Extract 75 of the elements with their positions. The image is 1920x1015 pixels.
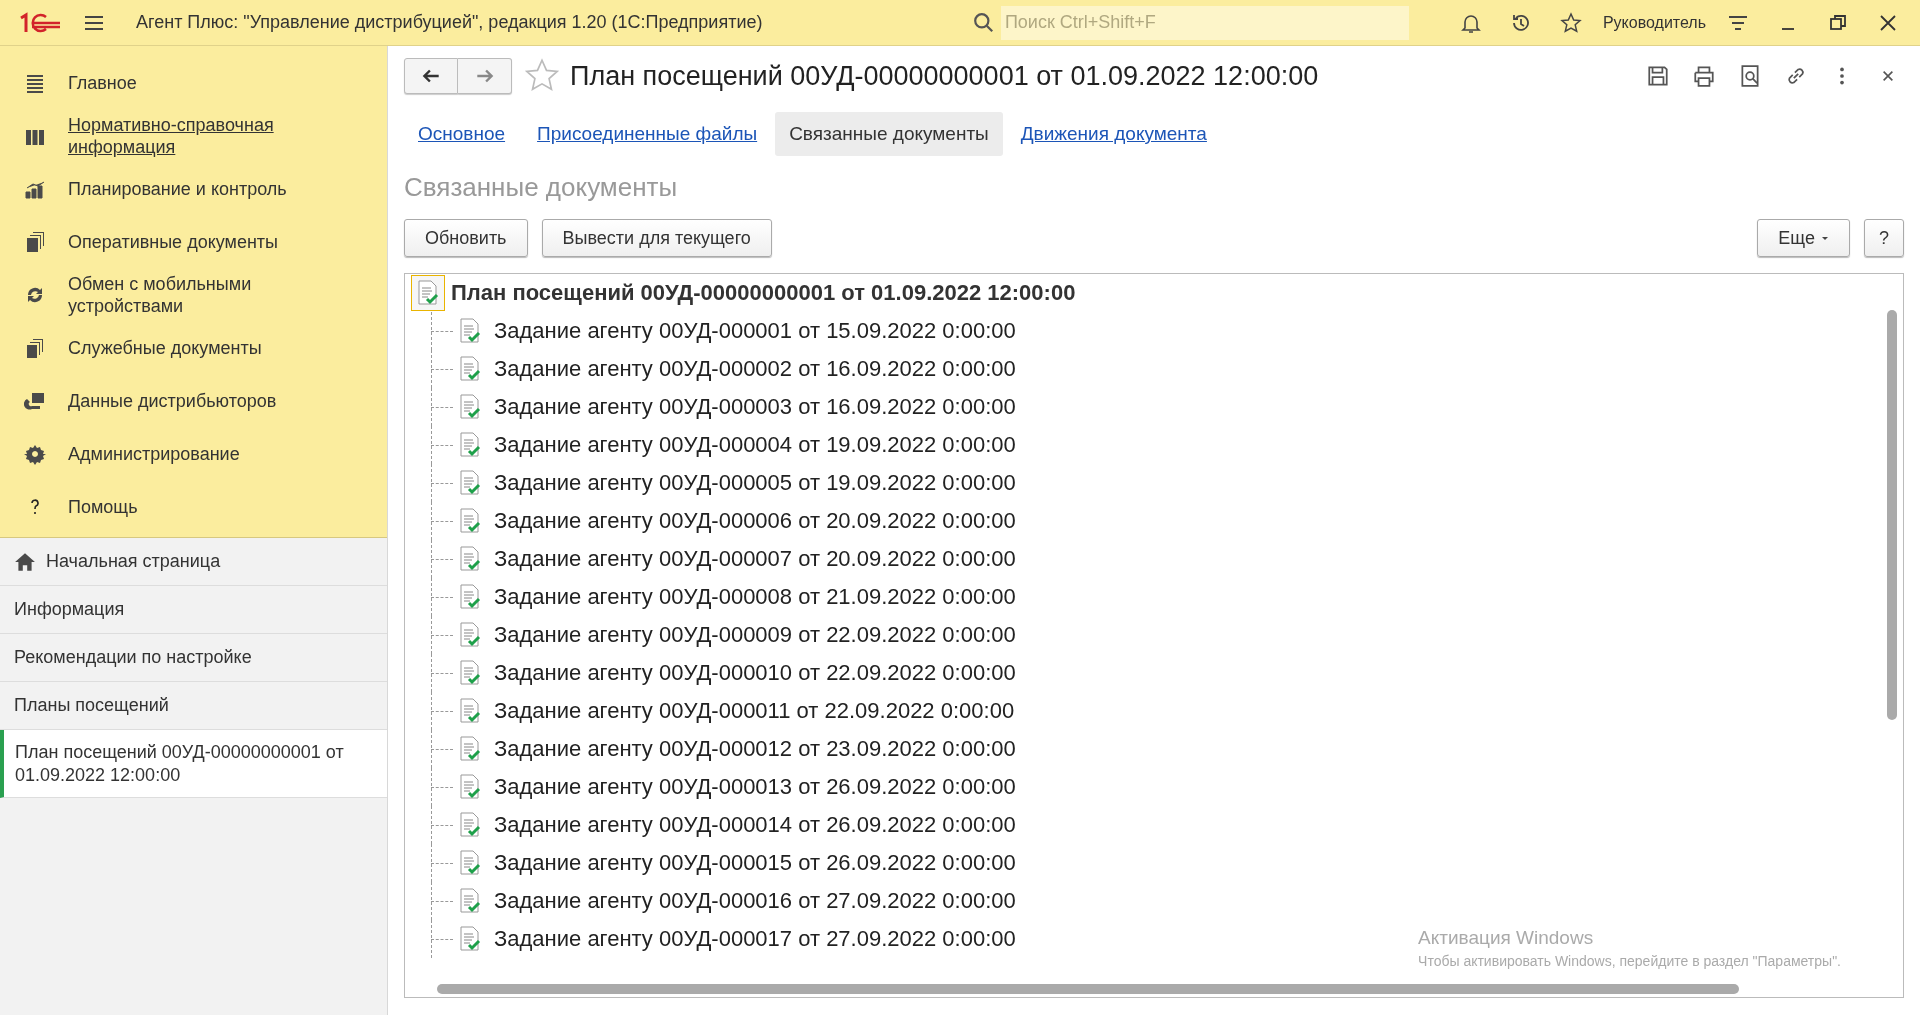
open-window-item[interactable]: Информация	[0, 586, 387, 634]
documents-icon[interactable]	[24, 230, 46, 253]
document-icon	[458, 812, 482, 838]
section-link[interactable]: Оперативные документы	[68, 230, 279, 253]
open-window-item[interactable]: Рекомендации по настройке	[0, 634, 387, 682]
tab[interactable]: Присоединенные файлы	[523, 112, 772, 156]
tree-item[interactable]: Задание агенту 00УД-000014 от 26.09.2022 0:00:00	[494, 812, 1016, 838]
tab[interactable]: Основное	[404, 112, 520, 156]
tree-item[interactable]: Задание агенту 00УД-000011 от 22.09.2022 0:00:00	[494, 698, 1015, 724]
star-icon[interactable]	[1559, 11, 1582, 34]
window-title: Агент Плюс: "Управление дистрибуцией", редакция 1.20 (1С:Предприятие)	[136, 12, 763, 33]
command-button[interactable]: Обновить	[404, 219, 528, 257]
search-icon[interactable]	[972, 11, 995, 34]
tree-item[interactable]: Задание агенту 00УД-000009 от 22.09.2022 0:00:00	[494, 622, 1016, 648]
tree-item[interactable]: Задание агенту 00УД-000001 от 15.09.2022 0:00:00	[494, 318, 1016, 344]
section-title: Связанные документы	[404, 172, 679, 203]
section-link[interactable]: Планирование и контроль	[68, 177, 287, 200]
documents-icon[interactable]	[24, 336, 46, 359]
tab[interactable]: Связанные документы	[775, 112, 1003, 156]
help-button[interactable]: ?	[1864, 219, 1904, 257]
tree-item[interactable]: Задание агенту 00УД-000008 от 21.09.2022 0:00:00	[494, 584, 1016, 610]
tree-item[interactable]: План посещений 00УД-00000000001 от 01.09.2022 12:00:00	[451, 280, 1076, 306]
tree-item[interactable]: Задание агенту 00УД-000004 от 19.09.2022 0:00:00	[494, 432, 1016, 458]
tree-item[interactable]: Задание агенту 00УД-000015 от 26.09.2022 0:00:00	[494, 850, 1016, 876]
tree-item[interactable]: Задание агенту 00УД-000017 от 27.09.2022 0:00:00	[494, 926, 1016, 952]
section-link[interactable]: Администрирование	[68, 442, 240, 465]
save-icon[interactable]	[1646, 64, 1670, 88]
tree-item[interactable]: Задание агенту 00УД-000005 от 19.09.2022 0:00:00	[494, 470, 1016, 496]
tree-item[interactable]: Задание агенту 00УД-000016 от 27.09.2022 0:00:00	[494, 888, 1016, 914]
document-icon	[458, 774, 482, 800]
preview-icon[interactable]	[1738, 64, 1762, 88]
tree-item[interactable]: Задание агенту 00УД-000007 от 20.09.2022 0:00:00	[494, 546, 1016, 572]
command-button[interactable]: Вывести для текущего	[541, 219, 772, 257]
document-icon	[458, 470, 482, 496]
document-icon	[458, 622, 482, 648]
open-window-item[interactable]: Начальная страница	[0, 538, 387, 586]
section-link[interactable]: Служебные документы	[68, 336, 262, 359]
open-window-item[interactable]: План посещений 00УД-00000000001 от 01.09.2022 12:00:00	[0, 730, 387, 798]
document-icon	[458, 508, 482, 534]
section-link[interactable]: Данные дистрибьюторов	[68, 389, 277, 412]
print-icon[interactable]	[1692, 64, 1716, 88]
activation-text: Чтобы активировать Windows, перейдите в раздел "Параметры".	[1418, 953, 1841, 969]
document-icon	[458, 432, 482, 458]
document-icon	[458, 850, 482, 876]
section-link[interactable]: Нормативно-справочная информация	[68, 113, 367, 158]
document-icon	[458, 736, 482, 762]
document-icon	[458, 698, 482, 724]
document-title: План посещений 00УД-00000000001 от 01.09.2022 12:00:00	[570, 60, 1319, 92]
star-icon[interactable]	[524, 58, 560, 94]
document-icon	[458, 888, 482, 914]
tree-item[interactable]: Задание агенту 00УД-000013 от 26.09.2022 0:00:00	[494, 774, 1016, 800]
section-link[interactable]: Главное	[68, 71, 137, 94]
back-button[interactable]	[404, 58, 458, 94]
tree-item[interactable]: Задание агенту 00УД-000012 от 23.09.2022 0:00:00	[494, 736, 1016, 762]
activation-title: Активация Windows	[1418, 927, 1595, 949]
document-icon	[458, 660, 482, 686]
caret-icon	[1821, 234, 1829, 242]
section-link[interactable]: Обмен с мобильными устройствами	[68, 272, 367, 317]
document-icon	[411, 275, 445, 311]
user-name[interactable]: Руководитель	[1602, 13, 1706, 32]
document-icon	[458, 546, 482, 572]
document-icon	[458, 394, 482, 420]
tree-item[interactable]: Задание агенту 00УД-000002 от 16.09.2022 0:00:00	[494, 356, 1016, 382]
tree-item[interactable]: Задание агенту 00УД-000010 от 22.09.2022 0:00:00	[494, 660, 1016, 686]
logo-icon[interactable]	[18, 11, 62, 34]
document-icon	[458, 926, 482, 952]
section-link[interactable]: Помощь	[68, 495, 138, 518]
tab[interactable]: Движения документа	[1006, 112, 1221, 156]
tree-item[interactable]: Задание агенту 00УД-000003 от 16.09.2022 0:00:00	[494, 394, 1016, 420]
more-button[interactable]: Еще	[1757, 219, 1850, 257]
document-icon	[458, 356, 482, 382]
search-field[interactable]: Поиск Ctrl+Shift+F	[1000, 5, 1409, 40]
document-icon	[458, 584, 482, 610]
document-icon	[458, 318, 482, 344]
tree-item[interactable]: Задание агенту 00УД-000006 от 20.09.2022 0:00:00	[494, 508, 1016, 534]
